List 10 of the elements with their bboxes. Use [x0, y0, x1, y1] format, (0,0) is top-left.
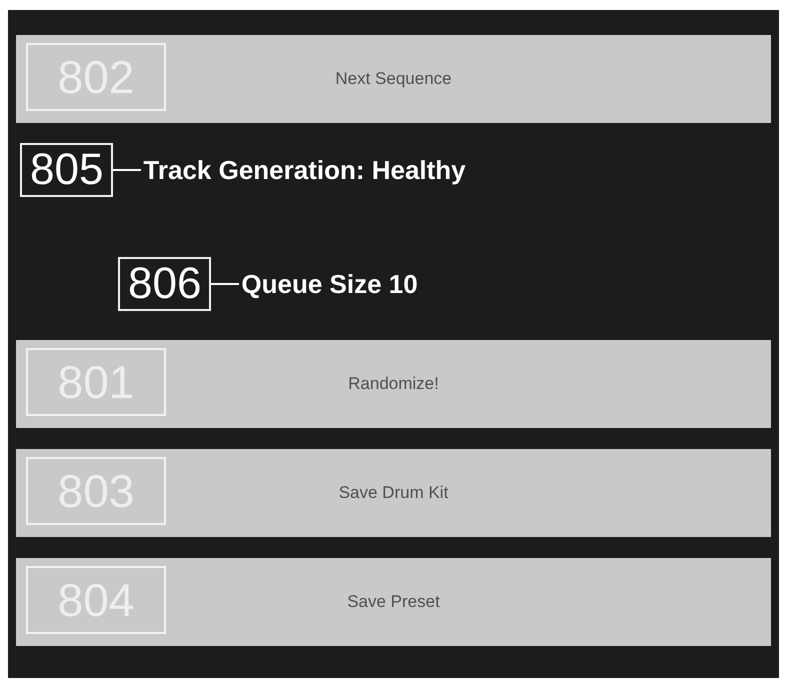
reference-numeral: 806: [118, 257, 212, 311]
status-text: Queue Size 10: [241, 268, 418, 300]
button-label: Randomize!: [348, 374, 439, 394]
leader-line: [211, 283, 240, 285]
button-label: Save Drum Kit: [338, 483, 448, 503]
reference-numeral: 805: [20, 143, 114, 197]
status-text: Track Generation: Healthy: [143, 154, 466, 186]
leader-line: [113, 169, 142, 171]
button-label: Next Sequence: [335, 69, 452, 89]
button-label: Save Preset: [347, 592, 440, 612]
